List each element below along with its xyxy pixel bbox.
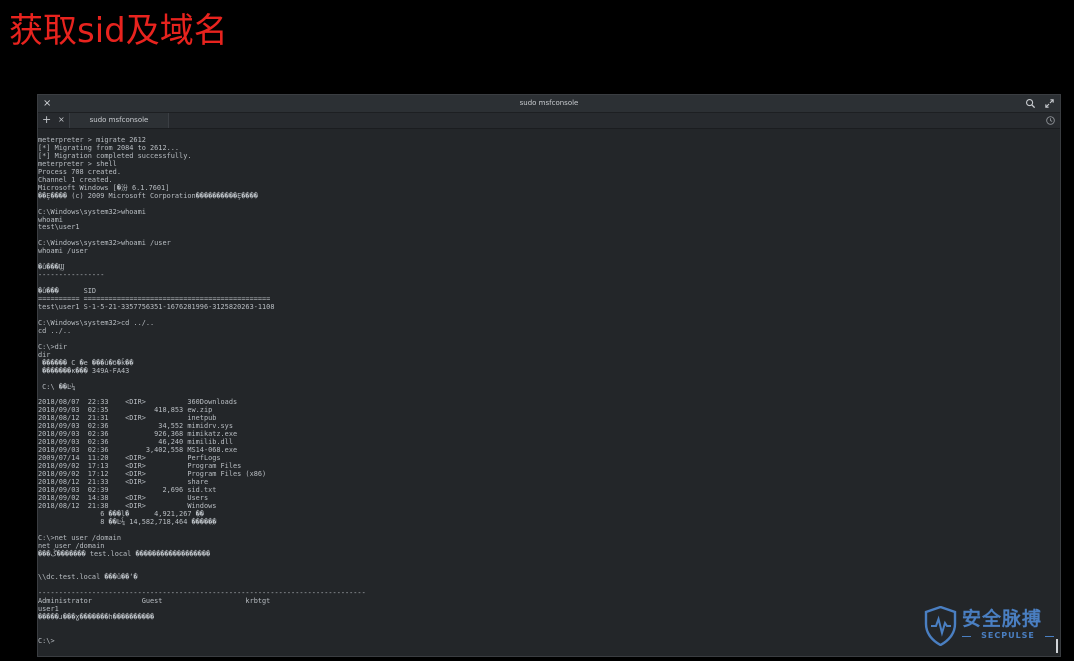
history-icon[interactable] [1045, 115, 1056, 126]
terminal-output-area[interactable]: meterpreter > migrate 2612 [*] Migrating… [38, 129, 1060, 656]
tab-bar: + × sudo msfconsole [38, 113, 1060, 129]
logo-subtitle: SECPULSE [962, 631, 1054, 641]
search-icon[interactable] [1025, 98, 1036, 109]
logo-name: 安全脉搏 [962, 608, 1043, 630]
secpulse-logo: 安全脉搏 SECPULSE [924, 606, 1064, 646]
window-title: sudo msfconsole [519, 99, 579, 107]
add-tab-icon[interactable]: + [42, 113, 51, 127]
close-tab-icon[interactable]: × [58, 113, 65, 127]
fullscreen-icon[interactable] [1044, 98, 1055, 109]
terminal-window: × sudo msfconsole + × sudo msfconsole me… [38, 95, 1060, 656]
title-bar: × sudo msfconsole [38, 95, 1060, 113]
logo-sub-text: SECPULSE [981, 631, 1035, 640]
shield-logo-icon [924, 606, 957, 646]
slide-title: 获取sid及域名 [9, 11, 228, 51]
tab-sudo-msfconsole[interactable]: sudo msfconsole [69, 113, 169, 128]
terminal-output: meterpreter > migrate 2612 [*] Migrating… [38, 136, 366, 646]
